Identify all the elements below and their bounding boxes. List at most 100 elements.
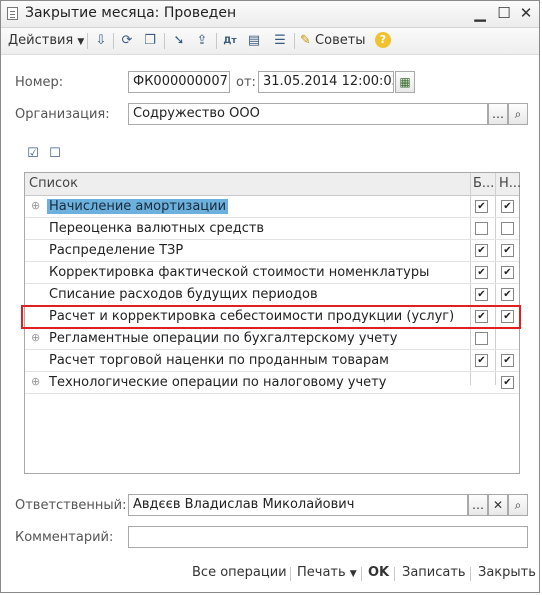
bulb-icon: ✎ <box>300 33 311 48</box>
actions-label: Действия <box>8 33 74 48</box>
accounting-checkbox[interactable]: ✔ <box>475 244 488 257</box>
maximize-icon[interactable]: ☐ <box>495 4 513 22</box>
all-operations-button[interactable]: Все операции <box>192 565 287 580</box>
row-label: Корректировка фактической стоимости номе… <box>49 265 430 280</box>
date-label: от: <box>236 75 256 90</box>
responsible-field[interactable]: Авдєєв Владислав Миколайович <box>128 494 468 516</box>
row-label: Технологические операции по налоговому у… <box>49 375 387 390</box>
tax-checkbox[interactable]: ✔ <box>501 376 514 389</box>
row-label: Начисление амортизации <box>47 199 229 214</box>
minimize-icon[interactable]: ▁ <box>471 4 489 22</box>
clear-icon[interactable]: ✕ <box>488 494 508 516</box>
uncheck-all-icon[interactable]: ☐ <box>47 146 63 162</box>
bottom-divider <box>394 567 395 581</box>
tax-checkbox[interactable]: ✔ <box>501 288 514 301</box>
toolbar-divider <box>216 33 217 49</box>
report-icon[interactable]: ▤ <box>246 33 262 49</box>
advice-label: Советы <box>315 33 366 48</box>
operations-list[interactable]: Список Б... Н... ⊕ Начисление амортизации… <box>24 172 521 474</box>
responsible-label: Ответственный: <box>15 498 127 513</box>
number-field[interactable]: ФК000000007 <box>128 71 230 93</box>
col-n-header[interactable]: Н... <box>499 176 521 191</box>
tax-checkbox[interactable]: ✔ <box>501 354 514 367</box>
col-b-header[interactable]: Б... <box>473 176 494 191</box>
list-row[interactable]: Распределение ТЗР ✔ ✔ <box>25 240 519 262</box>
bottom-divider <box>470 567 471 581</box>
expand-icon[interactable]: ⊕ <box>31 375 40 388</box>
list-row[interactable]: ⊕ Регламентные операции по бухгалтерскому… <box>25 328 519 350</box>
row-label: Переоценка валютных средств <box>49 221 265 236</box>
accounting-checkbox[interactable] <box>475 222 488 235</box>
toolbar-divider <box>164 33 165 49</box>
bottom-divider <box>290 567 291 581</box>
list-header: Список Б... Н... <box>25 173 521 196</box>
accounting-checkbox[interactable] <box>475 332 488 345</box>
row-label: Расчет торговой наценки по проданным тов… <box>49 353 389 368</box>
number-label: Номер: <box>15 75 64 90</box>
comment-field[interactable] <box>128 526 528 548</box>
dt-kt-icon[interactable]: Дт <box>222 33 238 49</box>
ok-button[interactable]: OK <box>368 565 389 580</box>
col-list-header[interactable]: Список <box>29 176 78 191</box>
accounting-checkbox[interactable]: ✔ <box>475 200 488 213</box>
responsible-select-button[interactable]: … <box>468 494 488 516</box>
row-label: Списание расходов будущих периодов <box>49 287 318 302</box>
accounting-checkbox[interactable]: ✔ <box>475 288 488 301</box>
based-on-icon[interactable]: ➘ <box>171 33 187 49</box>
list-icon[interactable]: ☰ <box>272 33 288 49</box>
close-button[interactable]: Закрыть <box>478 565 536 580</box>
list-row[interactable]: ⊕ Технологические операции по налоговому … <box>25 372 519 394</box>
accounting-checkbox[interactable]: ✔ <box>475 354 488 367</box>
save-button[interactable]: Записать <box>402 565 466 580</box>
check-all-icon[interactable]: ☑ <box>25 146 41 162</box>
post-document-icon[interactable]: ⇩ <box>93 33 109 49</box>
bottom-divider <box>361 567 362 581</box>
dropdown-arrow-icon: ▼ <box>349 569 357 579</box>
calendar-icon[interactable]: ▦ <box>395 71 415 93</box>
window-title: Закрытие месяца: Проведен <box>25 5 237 21</box>
row-label: Расчет и корректировка себестоимости про… <box>49 309 455 324</box>
row-label: Распределение ТЗР <box>49 243 184 258</box>
toolbar: Действия ▼ ⇩ ⟳ ❐ ➘ ⇪ Дт ▤ ☰ ✎ Советы ? <box>1 28 539 55</box>
tax-checkbox[interactable]: ✔ <box>501 244 514 257</box>
closing-month-window: Закрытие месяца: Проведен ▁ ☐ ✕ Действия… <box>0 0 540 593</box>
expand-icon[interactable]: ⊕ <box>31 331 40 344</box>
responsible-search-icon[interactable]: ⌕ <box>508 494 528 516</box>
expand-icon[interactable]: ⊕ <box>31 199 40 212</box>
org-field[interactable]: Содружество ООО <box>128 103 488 125</box>
org-select-button[interactable]: … <box>488 103 508 125</box>
copy-icon[interactable]: ❐ <box>142 33 158 49</box>
dropdown-arrow-icon: ▼ <box>77 37 85 47</box>
toolbar-divider <box>294 33 295 49</box>
list-row[interactable]: Расчет и корректировка себестоимости про… <box>25 306 519 328</box>
advice-button[interactable]: ✎ Советы <box>300 31 366 51</box>
list-row[interactable]: Списание расходов будущих периодов ✔ ✔ <box>25 284 519 306</box>
refresh-icon[interactable]: ⟳ <box>119 33 135 49</box>
tax-checkbox[interactable]: ✔ <box>501 200 514 213</box>
tax-checkbox[interactable]: ✔ <box>501 266 514 279</box>
accounting-checkbox[interactable]: ✔ <box>475 310 488 323</box>
print-label: Печать <box>297 565 346 580</box>
date-field[interactable]: 31.05.2014 12:00:03 <box>258 71 394 93</box>
list-row[interactable]: Расчет торговой наценки по проданным тов… <box>25 350 519 372</box>
accounting-checkbox[interactable]: ✔ <box>475 266 488 279</box>
print-button[interactable]: Печать ▼ <box>297 565 357 580</box>
structure-icon[interactable]: ⇪ <box>194 33 210 49</box>
document-icon <box>7 7 18 20</box>
actions-menu[interactable]: Действия ▼ <box>8 31 84 51</box>
org-label: Организация: <box>15 107 110 122</box>
list-row[interactable]: Корректировка фактической стоимости номе… <box>25 262 519 284</box>
bottom-bar: Все операции Печать ▼ OK Записать Закрыт… <box>1 561 539 587</box>
toolbar-divider <box>87 33 88 49</box>
help-icon[interactable]: ? <box>375 32 391 48</box>
row-label: Регламентные операции по бухгалтерскому … <box>49 331 398 346</box>
list-row[interactable]: Переоценка валютных средств <box>25 218 519 240</box>
title-bar[interactable]: Закрытие месяца: Проведен ▁ ☐ ✕ <box>1 1 539 28</box>
tax-checkbox[interactable]: ✔ <box>501 310 514 323</box>
comment-label: Комментарий: <box>15 530 114 545</box>
tax-checkbox[interactable] <box>501 222 514 235</box>
close-icon[interactable]: ✕ <box>517 4 535 22</box>
list-row[interactable]: ⊕ Начисление амортизации ✔ ✔ <box>25 196 519 218</box>
toolbar-divider <box>113 33 114 49</box>
org-search-icon[interactable]: ⌕ <box>508 103 528 125</box>
